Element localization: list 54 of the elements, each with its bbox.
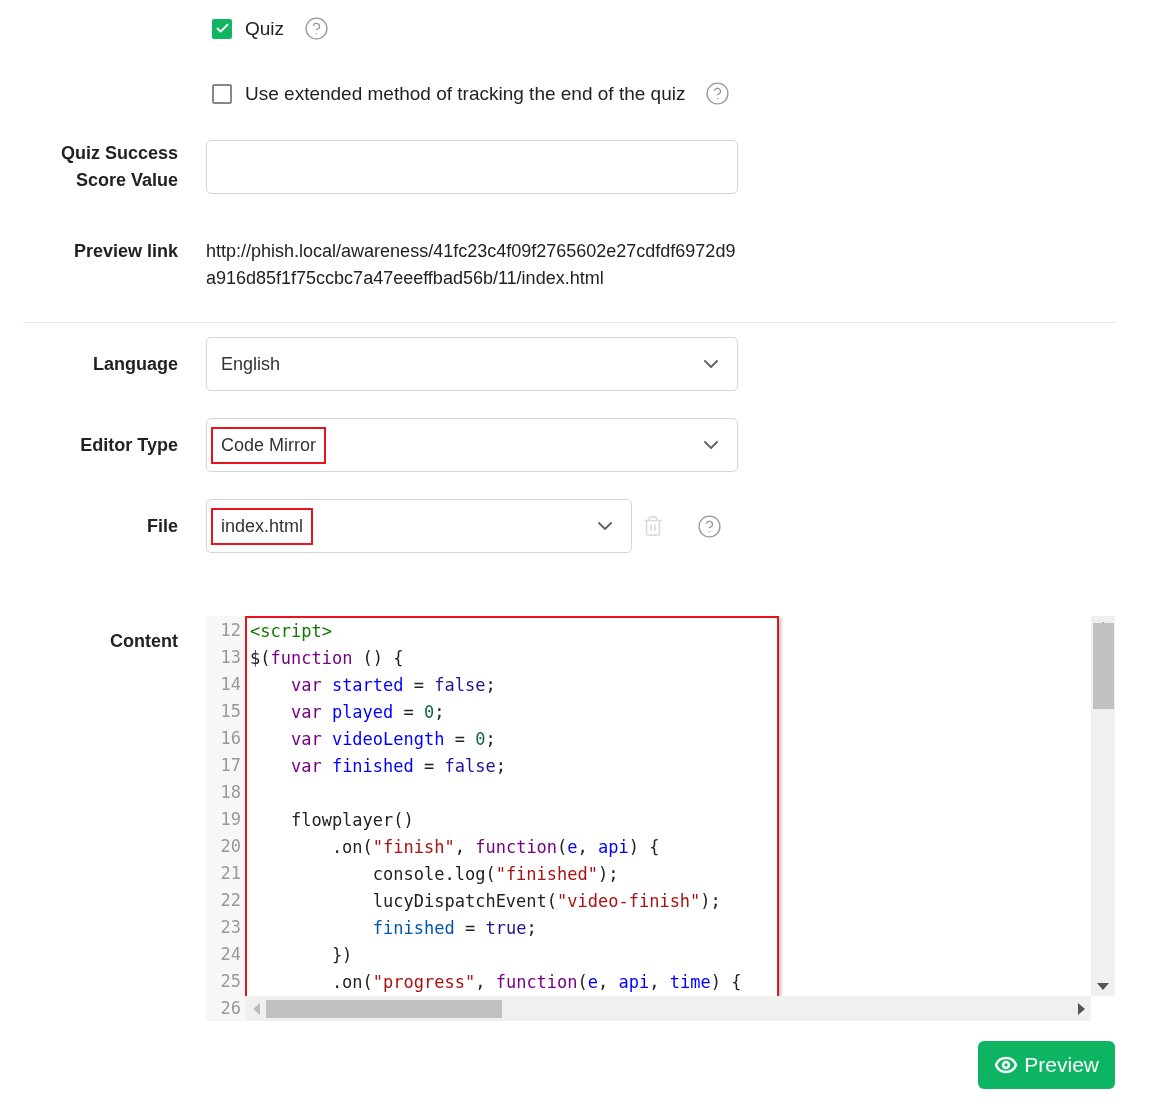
scroll-down-icon[interactable] bbox=[1097, 983, 1109, 990]
line-number: 22 bbox=[219, 889, 242, 912]
code-line: <script> bbox=[250, 620, 333, 643]
line-number: 24 bbox=[219, 943, 242, 966]
code-line: var played = 0; bbox=[289, 701, 446, 724]
code-line: lucyDispatchEvent("video-finish"); bbox=[371, 890, 722, 913]
field-label: Content bbox=[110, 630, 178, 653]
line-number: 16 bbox=[219, 727, 242, 750]
code-line: flowplayer() bbox=[289, 809, 415, 832]
line-number: 14 bbox=[219, 673, 242, 696]
line-number: 25 bbox=[219, 970, 242, 993]
code-line: .on("progress", function(e, api, time) { bbox=[330, 971, 743, 994]
code-line: .on("finish", function(e, api) { bbox=[330, 836, 661, 859]
help-icon[interactable] bbox=[697, 513, 722, 539]
help-icon[interactable] bbox=[705, 81, 731, 106]
line-number: 19 bbox=[219, 808, 242, 831]
code-line: }) bbox=[330, 944, 354, 967]
code-line: var videoLength = 0; bbox=[289, 728, 497, 751]
trash-icon[interactable] bbox=[642, 515, 664, 537]
code-line: console.log("finished"); bbox=[371, 863, 620, 886]
line-number: 26 bbox=[219, 997, 242, 1020]
checkbox[interactable] bbox=[212, 83, 232, 104]
checkbox[interactable] bbox=[212, 18, 232, 39]
select-field[interactable]: Code Mirror bbox=[206, 418, 738, 472]
scroll-thumb[interactable] bbox=[1092, 623, 1114, 709]
select-field[interactable]: English bbox=[206, 337, 738, 391]
checkbox-label: Quiz bbox=[245, 17, 285, 40]
scroll-thumb[interactable] bbox=[266, 999, 502, 1018]
line-number: 20 bbox=[219, 835, 242, 858]
field-label: Language bbox=[93, 352, 178, 376]
field-label: File bbox=[147, 514, 178, 538]
help-icon[interactable] bbox=[304, 16, 330, 41]
scroll-left-icon[interactable] bbox=[253, 1002, 260, 1015]
field-label: Editor Type bbox=[80, 433, 178, 457]
line-number: 13 bbox=[219, 646, 242, 669]
code-line: $(function () { bbox=[250, 647, 405, 670]
code-line: finished = true; bbox=[371, 917, 538, 940]
checkbox-label: Use extended method of tracking the end of the quiz bbox=[245, 82, 686, 105]
scroll-right-icon[interactable] bbox=[1078, 1002, 1085, 1015]
line-number: 15 bbox=[219, 700, 242, 723]
select-field[interactable]: index.html bbox=[206, 499, 632, 553]
line-number: 21 bbox=[219, 862, 242, 885]
field-label: Preview link bbox=[73, 240, 178, 263]
vertical-scrollbar[interactable] bbox=[1091, 616, 1115, 996]
score-input[interactable] bbox=[206, 140, 738, 194]
check-icon bbox=[214, 21, 230, 36]
line-number: 17 bbox=[219, 754, 242, 777]
line-number: 12 bbox=[219, 619, 242, 642]
code-line: var started = false; bbox=[289, 674, 497, 697]
horizontal-scrollbar[interactable] bbox=[245, 996, 1091, 1021]
line-number: 18 bbox=[219, 781, 242, 804]
field-label: Quiz Success Score Value bbox=[59, 142, 178, 192]
code-line: var finished = false; bbox=[289, 755, 507, 778]
line-number: 23 bbox=[219, 916, 242, 939]
